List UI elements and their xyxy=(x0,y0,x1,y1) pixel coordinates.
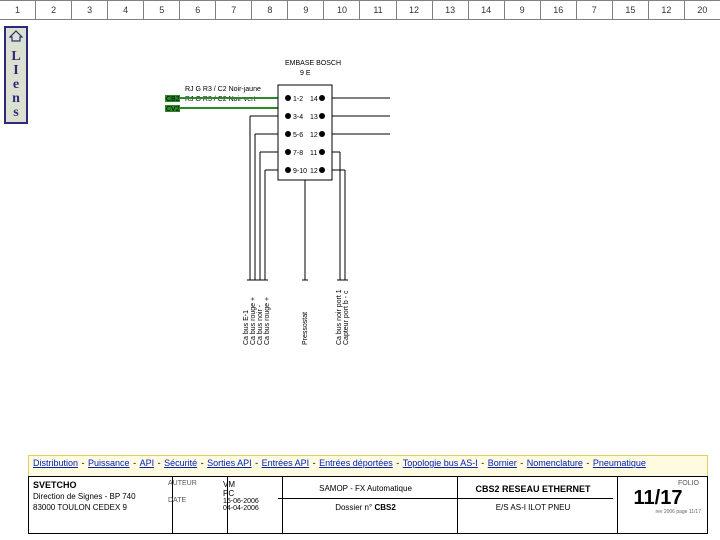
liens-letter: n xyxy=(6,92,26,106)
schematic-area: EMBASE BOSCH 9 E RJ G R3 / C2 Noir-jaune… xyxy=(130,55,450,365)
nav-separator: - xyxy=(310,458,318,468)
ruler-cell: 8 xyxy=(252,1,288,19)
dossier-label: Dossier n° xyxy=(335,503,372,512)
svg-text:Ca bus rouge +: Ca bus rouge + xyxy=(250,297,257,345)
svg-text:Ca bus E-1: Ca bus E-1 xyxy=(243,310,250,345)
fine-print: rev 2006 page 11/17 xyxy=(613,509,703,515)
dossier-value: CBS2 xyxy=(374,503,395,512)
nav-link[interactable]: API xyxy=(140,458,155,468)
liens-letter: s xyxy=(6,106,26,120)
svg-text:12: 12 xyxy=(310,132,318,139)
svg-text:3-4: 3-4 xyxy=(293,114,303,121)
svg-text:CV2: CV2 xyxy=(166,106,180,113)
svg-text:Pressostat: Pressostat xyxy=(302,312,309,345)
liens-letter: I xyxy=(6,64,26,78)
svg-text:9-10: 9-10 xyxy=(293,168,307,175)
title-block: SVETCHO Direction de Signes - BP 740 830… xyxy=(28,476,708,534)
column-ruler: 12345678910111213149167151220 xyxy=(0,0,720,20)
svg-text:5-6: 5-6 xyxy=(293,132,303,139)
ruler-cell: 1 xyxy=(0,1,36,19)
svg-text:1-2: 1-2 xyxy=(293,96,303,103)
field-label: DATE xyxy=(168,497,223,504)
nav-separator: - xyxy=(584,458,592,468)
ruler-cell: 3 xyxy=(72,1,108,19)
page-number: 11/17 xyxy=(613,487,703,509)
company-name: SVETCHO xyxy=(33,480,168,491)
address-line: 83000 TOULON CEDEX 9 xyxy=(33,502,168,513)
ruler-cell: 16 xyxy=(541,1,577,19)
ruler-cell: 7 xyxy=(577,1,613,19)
liens-letter: e xyxy=(6,78,26,92)
schem-header: EMBASE BOSCH xyxy=(285,60,341,67)
nav-separator: - xyxy=(518,458,526,468)
main-line: SAMOP - FX Automatique xyxy=(278,480,453,499)
ruler-cell: 2 xyxy=(36,1,72,19)
wire-label: RJ G R3 / C2 Noir-jaune xyxy=(185,86,261,93)
date-val: 04-04-2006 xyxy=(223,505,278,512)
ruler-cell: 5 xyxy=(144,1,180,19)
sheet-subtitle: E/S AS-I ILOT PNEU xyxy=(453,499,613,517)
svg-text:13: 13 xyxy=(310,114,318,121)
nav-link[interactable]: Entrées déportées xyxy=(319,458,393,468)
nav-separator: - xyxy=(79,458,87,468)
nav-link[interactable]: Pneumatique xyxy=(593,458,646,468)
ruler-cell: 12 xyxy=(649,1,685,19)
date-val: 16-06-2006 xyxy=(223,498,278,505)
schem-subheader: 9 E xyxy=(300,70,311,77)
svg-text:7-8: 7-8 xyxy=(293,150,303,157)
author-val: VM xyxy=(223,480,278,489)
svg-text:14: 14 xyxy=(310,96,318,103)
nav-separator: - xyxy=(131,458,139,468)
address-line: Direction de Signes - BP 740 xyxy=(33,491,168,502)
ruler-cell: 7 xyxy=(216,1,252,19)
ruler-cell: 10 xyxy=(324,1,360,19)
home-icon xyxy=(9,30,23,42)
section-nav: Distribution - Puissance - API - Sécurit… xyxy=(28,455,708,477)
nav-link[interactable]: Sécurité xyxy=(164,458,197,468)
ruler-cell: 13 xyxy=(433,1,469,19)
svg-text:12: 12 xyxy=(310,168,318,175)
ruler-cell: 9 xyxy=(505,1,541,19)
svg-text:Capteur port b - c: Capteur port b - c xyxy=(343,290,350,345)
nav-separator: - xyxy=(253,458,261,468)
nav-link[interactable]: Entrées API xyxy=(262,458,310,468)
nav-separator: - xyxy=(394,458,402,468)
svg-text:Ca bus rouge +: Ca bus rouge + xyxy=(264,297,271,345)
nav-link[interactable]: Nomenclature xyxy=(527,458,583,468)
svg-text:Ca bus noir port 1: Ca bus noir port 1 xyxy=(336,289,343,345)
nav-link[interactable]: Sorties API xyxy=(207,458,252,468)
nav-separator: - xyxy=(155,458,163,468)
nav-link[interactable]: Distribution xyxy=(33,458,78,468)
ruler-cell: 4 xyxy=(108,1,144,19)
nav-separator: - xyxy=(198,458,206,468)
ruler-cell: 15 xyxy=(613,1,649,19)
field-label: AUTEUR xyxy=(168,480,223,487)
nav-link[interactable]: Topologie bus AS-I xyxy=(403,458,478,468)
ruler-cell: 9 xyxy=(288,1,324,19)
liens-letter: L xyxy=(6,50,26,64)
svg-text:CB2: CB2 xyxy=(166,96,180,103)
folio-label: FOLIO xyxy=(613,480,703,487)
ruler-cell: 14 xyxy=(469,1,505,19)
nav-link[interactable]: Bornier xyxy=(488,458,517,468)
liens-sidebar[interactable]: L I e n s xyxy=(4,26,28,124)
nav-link[interactable]: Puissance xyxy=(88,458,130,468)
project-name: CBS2 RESEAU ETHERNET xyxy=(453,480,613,499)
ruler-cell: 11 xyxy=(360,1,396,19)
author-val: PC xyxy=(223,489,278,498)
ruler-cell: 12 xyxy=(397,1,433,19)
svg-text:11: 11 xyxy=(310,150,317,157)
ruler-cell: 6 xyxy=(180,1,216,19)
nav-separator: - xyxy=(479,458,487,468)
svg-text:Ca bus noir -: Ca bus noir - xyxy=(257,304,264,345)
ruler-cell: 20 xyxy=(685,1,720,19)
